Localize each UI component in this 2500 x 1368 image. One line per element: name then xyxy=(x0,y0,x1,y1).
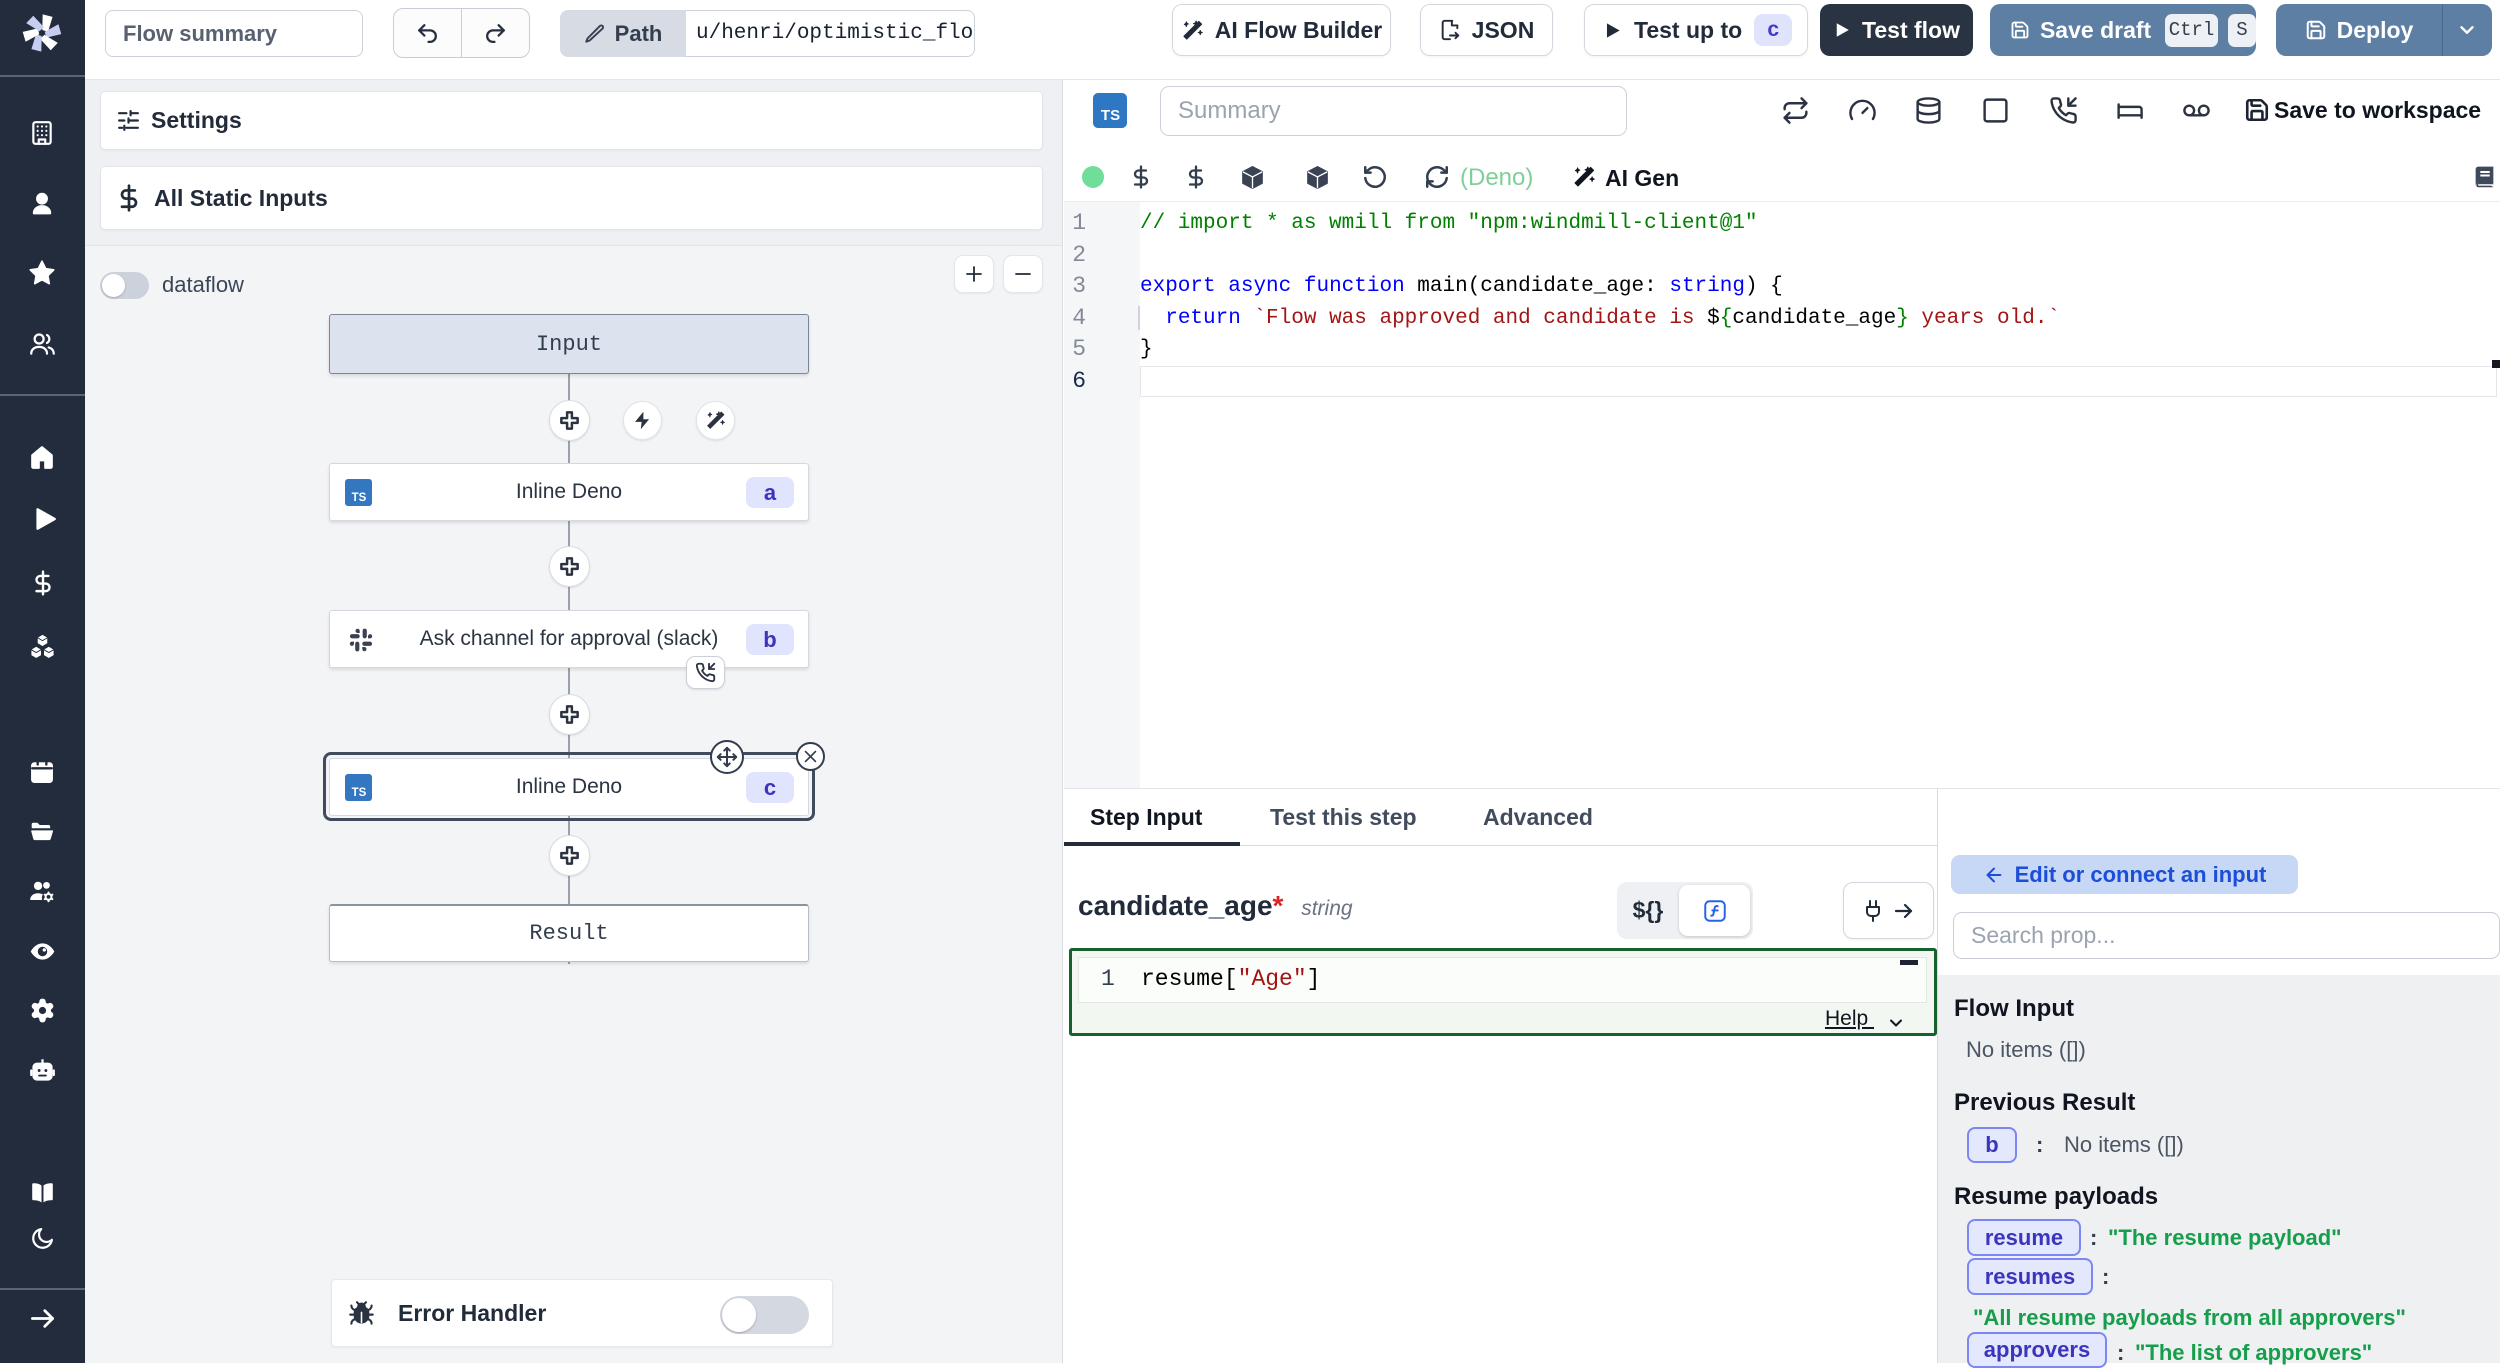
svg-text:TS: TS xyxy=(1101,107,1120,124)
